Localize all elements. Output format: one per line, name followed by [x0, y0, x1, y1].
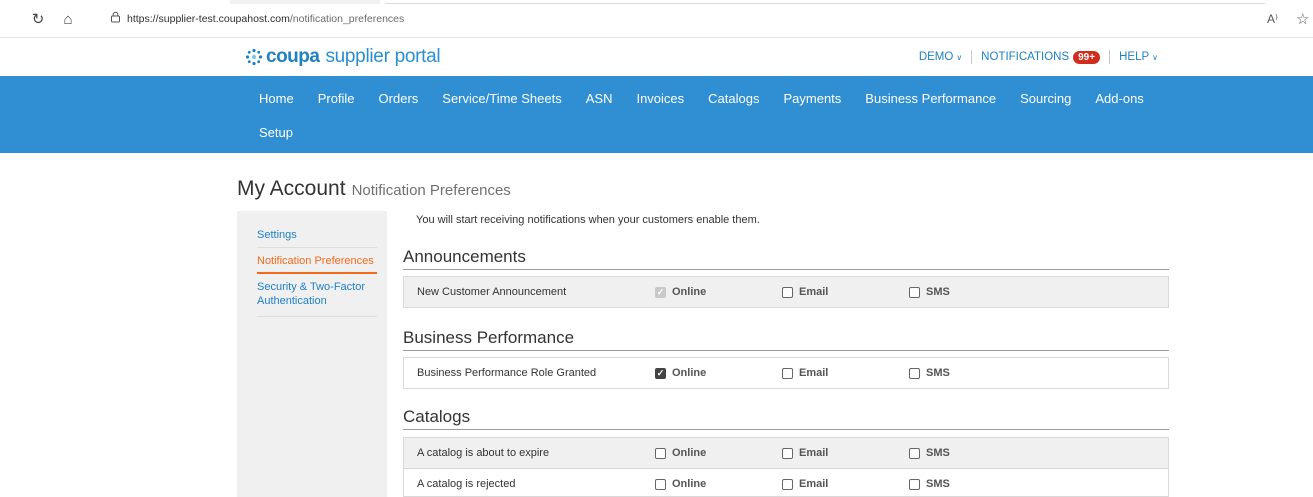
nav-item-asn[interactable]: ASN: [586, 91, 613, 106]
side-item-notification-preferences[interactable]: Notification Preferences: [257, 254, 377, 274]
nav-item-orders[interactable]: Orders: [379, 91, 419, 106]
email-checkbox[interactable]: [782, 447, 793, 459]
nav-item-service-time-sheets[interactable]: Service/Time Sheets: [442, 91, 561, 106]
sms-option[interactable]: SMS: [909, 286, 950, 298]
portal-header: coupa supplier portal DEMO ∨ NOTIFICATION…: [0, 38, 1313, 76]
email-checkbox[interactable]: [782, 478, 793, 490]
notification-label: Business Performance Role Granted: [417, 367, 597, 379]
email-option[interactable]: Email: [782, 367, 828, 379]
page-title-sub: Notification Preferences: [351, 182, 511, 199]
chevron-down-icon: ∨: [956, 53, 963, 62]
online-option: ✓ Online: [655, 286, 707, 298]
divider: [1109, 50, 1111, 64]
browser-tab-strip: [230, 0, 380, 4]
email-option[interactable]: Email: [782, 478, 828, 490]
email-checkbox[interactable]: [782, 367, 793, 379]
sms-checkbox[interactable]: [909, 367, 920, 379]
table-row: Business Performance Role Granted ✓ Onlin…: [403, 357, 1169, 389]
notification-label: A catalog is about to expire: [417, 447, 550, 459]
online-option[interactable]: ✓ Online: [655, 367, 706, 379]
nav-item-payments[interactable]: Payments: [783, 91, 841, 106]
address-bar[interactable]: https://supplier-test.coupahost.com/noti…: [110, 10, 404, 28]
page-title-main: My Account: [237, 177, 346, 200]
favorite-star-icon[interactable]: ☆: [1296, 10, 1309, 28]
sms-option[interactable]: SMS: [909, 367, 950, 379]
main-nav-row-2: Setup: [259, 125, 317, 140]
home-icon[interactable]: ⌂: [60, 11, 76, 28]
intro-text: You will start receiving notifications w…: [416, 214, 760, 226]
account-side-menu: Settings Notification Preferences Securi…: [237, 211, 387, 497]
sms-checkbox[interactable]: [909, 447, 920, 459]
divider: [971, 50, 973, 64]
sms-checkbox[interactable]: [909, 286, 920, 298]
reload-icon[interactable]: ↻: [30, 11, 46, 28]
read-aloud-icon[interactable]: A⁾: [1267, 12, 1278, 26]
top-links: DEMO ∨ NOTIFICATIONS 99+ HELP ∨: [919, 50, 1158, 64]
section-title-announcements: Announcements: [403, 247, 1169, 270]
online-checkbox[interactable]: ✓: [655, 367, 666, 379]
table-row: A catalog is about to expire Online Emai…: [403, 437, 1169, 469]
main-nav-row-1: Home Profile Orders Service/Time Sheets …: [259, 91, 1168, 106]
main-nav: Home Profile Orders Service/Time Sheets …: [0, 76, 1313, 153]
email-option[interactable]: Email: [782, 447, 828, 459]
lock-icon: [110, 10, 121, 28]
demo-menu[interactable]: DEMO ∨: [919, 51, 962, 63]
notifications-badge: 99+: [1073, 51, 1101, 64]
nav-item-business-performance[interactable]: Business Performance: [865, 91, 996, 106]
table-row: New Customer Announcement ✓ Online Email …: [403, 276, 1169, 308]
logo-suffix-text: supplier portal: [325, 46, 441, 67]
nav-item-setup[interactable]: Setup: [259, 125, 293, 140]
nav-item-profile[interactable]: Profile: [318, 91, 355, 106]
nav-item-catalogs[interactable]: Catalogs: [708, 91, 759, 106]
side-item-settings[interactable]: Settings: [257, 228, 377, 248]
online-checkbox[interactable]: [655, 447, 666, 459]
nav-item-sourcing[interactable]: Sourcing: [1020, 91, 1071, 106]
help-menu[interactable]: HELP ∨: [1119, 51, 1158, 63]
chevron-down-icon: ∨: [1152, 53, 1158, 62]
sms-option[interactable]: SMS: [909, 478, 950, 490]
section-title-catalogs: Catalogs: [403, 407, 1169, 430]
notification-label: New Customer Announcement: [417, 286, 567, 298]
coupa-logo[interactable]: coupa supplier portal: [245, 46, 441, 68]
notification-label: A catalog is rejected: [417, 478, 516, 490]
email-option[interactable]: Email: [782, 286, 828, 298]
sms-option[interactable]: SMS: [909, 447, 950, 459]
logo-brand-text: coupa: [266, 46, 320, 67]
online-checkbox: ✓: [655, 286, 666, 298]
sms-checkbox[interactable]: [909, 478, 920, 490]
nav-item-invoices[interactable]: Invoices: [636, 91, 684, 106]
page-title: My Account Notification Preferences: [237, 177, 511, 201]
nav-item-add-ons[interactable]: Add-ons: [1095, 91, 1143, 106]
notifications-link[interactable]: NOTIFICATIONS 99+: [981, 51, 1101, 64]
online-checkbox[interactable]: [655, 478, 666, 490]
url-text: https://supplier-test.coupahost.com/noti…: [127, 13, 405, 25]
coupa-logo-mark-icon: [245, 48, 263, 66]
online-option[interactable]: Online: [655, 478, 706, 490]
email-checkbox[interactable]: [782, 286, 793, 298]
nav-item-home[interactable]: Home: [259, 91, 294, 106]
table-row: A catalog is rejected Online Email SMS: [403, 468, 1169, 497]
side-item-security[interactable]: Security & Two-Factor Authentication: [257, 280, 377, 317]
browser-tab-divider: [385, 0, 1265, 4]
browser-toolbar: ↻ ⌂ https://supplier-test.coupahost.com/…: [0, 0, 1313, 38]
online-option[interactable]: Online: [655, 447, 706, 459]
section-title-business-performance: Business Performance: [403, 328, 1169, 351]
